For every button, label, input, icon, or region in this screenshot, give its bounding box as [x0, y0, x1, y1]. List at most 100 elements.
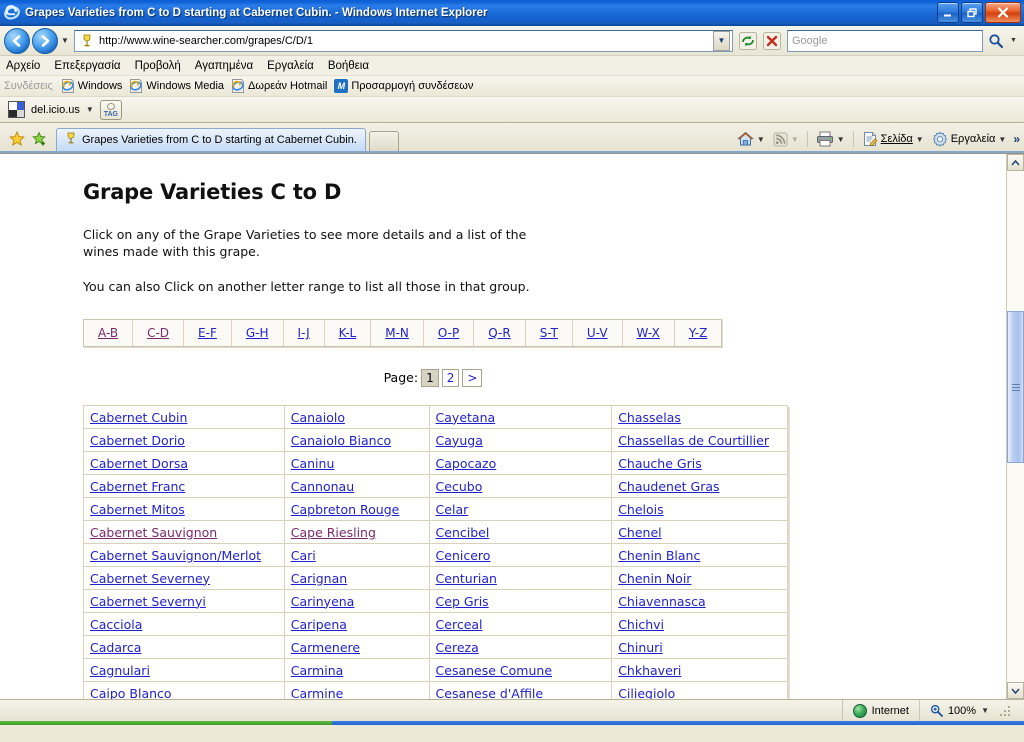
- grape-variety-link[interactable]: Canaiolo: [291, 410, 345, 425]
- grape-variety-link[interactable]: Celar: [436, 502, 469, 517]
- back-button[interactable]: [4, 27, 30, 54]
- zoom-caret-icon[interactable]: ▼: [981, 706, 989, 715]
- print-button[interactable]: ▼: [813, 130, 848, 148]
- nav-history-dropdown[interactable]: ▼: [58, 36, 72, 45]
- delicious-label[interactable]: del.icio.us: [31, 104, 80, 116]
- letter-range-link-u-v[interactable]: U-V: [587, 326, 608, 340]
- grape-variety-link[interactable]: Cabernet Dorsa: [90, 456, 188, 471]
- letter-range-link-m-n[interactable]: M-N: [385, 326, 409, 340]
- grape-variety-link[interactable]: Capocazo: [436, 456, 497, 471]
- grape-variety-link[interactable]: Cereza: [436, 640, 479, 655]
- menu-item-edit[interactable]: Επεξεργασία: [54, 60, 120, 72]
- grape-variety-link[interactable]: Caipo Blanco: [90, 686, 172, 700]
- grape-variety-link[interactable]: Cecubo: [436, 479, 483, 494]
- toolbar-overflow-icon[interactable]: »: [1011, 132, 1020, 146]
- letter-range-link-i-j[interactable]: I-J: [298, 326, 310, 340]
- feeds-button[interactable]: ▼: [770, 131, 802, 148]
- grape-variety-link[interactable]: Cabernet Cubin: [90, 410, 187, 425]
- letter-range-link-y-z[interactable]: Y-Z: [689, 326, 707, 340]
- link-free-hotmail[interactable]: Δωρεάν Hotmail: [229, 79, 329, 93]
- browser-tab-active[interactable]: Grapes Varieties from C to D starting at…: [56, 128, 366, 151]
- grape-variety-link[interactable]: Chasselas: [618, 410, 681, 425]
- grape-variety-link[interactable]: Cape Riesling: [291, 525, 376, 540]
- grape-variety-link[interactable]: Carmenere: [291, 640, 360, 655]
- menu-item-file[interactable]: Αρχείο: [6, 60, 40, 72]
- scrollbar-thumb[interactable]: [1007, 311, 1024, 463]
- grape-variety-link[interactable]: Caninu: [291, 456, 335, 471]
- grape-variety-link[interactable]: Cayetana: [436, 410, 496, 425]
- menu-item-view[interactable]: Προβολή: [135, 60, 181, 72]
- grape-variety-link[interactable]: Cabernet Sauvignon/Merlot: [90, 548, 261, 563]
- delicious-tag-button[interactable]: TAG: [99, 99, 122, 120]
- menu-item-help[interactable]: Βοήθεια: [328, 60, 369, 72]
- new-tab-button[interactable]: [368, 131, 399, 151]
- link-windows[interactable]: Windows: [59, 79, 125, 93]
- grape-variety-link[interactable]: Carignan: [291, 571, 347, 586]
- grape-variety-link[interactable]: Chinuri: [618, 640, 663, 655]
- letter-range-link-w-x[interactable]: W-X: [637, 326, 660, 340]
- grape-variety-link[interactable]: Chichvi: [618, 617, 664, 632]
- grape-variety-link[interactable]: Cerceal: [436, 617, 483, 632]
- grape-variety-link[interactable]: Chkhaveri: [618, 663, 681, 678]
- letter-range-link-e-f[interactable]: E-F: [198, 326, 217, 340]
- grape-variety-link[interactable]: Cabernet Franc: [90, 479, 185, 494]
- grape-variety-link[interactable]: Chelois: [618, 502, 663, 517]
- vertical-scrollbar[interactable]: [1006, 154, 1024, 699]
- grape-variety-link[interactable]: Chauche Gris: [618, 456, 702, 471]
- pagination-page-1[interactable]: 1: [421, 369, 439, 387]
- scrollbar-track[interactable]: [1007, 171, 1024, 682]
- grape-variety-link[interactable]: Caripena: [291, 617, 347, 632]
- pagination-page->[interactable]: >: [462, 369, 483, 387]
- grape-variety-link[interactable]: Cannonau: [291, 479, 354, 494]
- home-caret-icon[interactable]: ▼: [757, 135, 765, 144]
- grape-variety-link[interactable]: Cari: [291, 548, 316, 563]
- grape-variety-link[interactable]: Carmina: [291, 663, 344, 678]
- grape-variety-link[interactable]: Chiavennasca: [618, 594, 705, 609]
- menu-item-tools[interactable]: Εργαλεία: [267, 60, 314, 72]
- letter-range-link-o-p[interactable]: O-P: [438, 326, 459, 340]
- resize-grip[interactable]: [998, 703, 1012, 718]
- delicious-caret-icon[interactable]: ▼: [86, 105, 94, 114]
- tools-caret-icon[interactable]: ▼: [998, 135, 1006, 144]
- grape-variety-link[interactable]: Cencibel: [436, 525, 490, 540]
- scroll-down-button[interactable]: [1007, 682, 1024, 699]
- page-caret-icon[interactable]: ▼: [916, 135, 924, 144]
- letter-range-link-q-r[interactable]: Q-R: [488, 326, 510, 340]
- grape-variety-link[interactable]: Cesanese Comune: [436, 663, 552, 678]
- print-caret-icon[interactable]: ▼: [837, 135, 845, 144]
- grape-variety-link[interactable]: Cayuga: [436, 433, 483, 448]
- grape-variety-link[interactable]: Canaiolo Bianco: [291, 433, 391, 448]
- letter-range-link-g-h[interactable]: G-H: [246, 326, 269, 340]
- letter-range-link-c-d[interactable]: C-D: [147, 326, 169, 340]
- scroll-up-button[interactable]: [1007, 154, 1024, 171]
- address-dropdown-arrow[interactable]: ▼: [713, 30, 730, 51]
- close-button[interactable]: [985, 2, 1021, 23]
- security-zone[interactable]: Internet: [841, 700, 919, 721]
- grape-variety-link[interactable]: Cabernet Sauvignon: [90, 525, 217, 540]
- grape-variety-link[interactable]: Chaudenet Gras: [618, 479, 719, 494]
- pagination-link->[interactable]: >: [467, 371, 477, 385]
- link-customize-links[interactable]: M Προσαρμογή συνδέσεων: [332, 79, 475, 93]
- grape-variety-link[interactable]: Capbreton Rouge: [291, 502, 400, 517]
- refresh-button[interactable]: [737, 30, 759, 52]
- search-icon[interactable]: [985, 30, 1007, 52]
- search-dropdown-caret[interactable]: ▼: [1007, 37, 1020, 44]
- grape-variety-link[interactable]: Chassellas de Courtillier: [618, 433, 769, 448]
- restore-button[interactable]: [961, 2, 983, 23]
- tools-menu-button[interactable]: Εργαλεία ▼: [929, 130, 1010, 148]
- grape-variety-link[interactable]: Cagnulari: [90, 663, 150, 678]
- grape-variety-link[interactable]: Carmine: [291, 686, 344, 700]
- menu-item-favorites[interactable]: Αγαπημένα: [195, 60, 253, 72]
- grape-variety-link[interactable]: Cabernet Severney: [90, 571, 210, 586]
- address-input[interactable]: http://www.wine-searcher.com/grapes/C/D/…: [74, 29, 733, 52]
- grape-variety-link[interactable]: Chenin Noir: [618, 571, 691, 586]
- grape-variety-link[interactable]: Cacciola: [90, 617, 142, 632]
- pagination-link-2[interactable]: 2: [447, 371, 455, 385]
- home-button[interactable]: ▼: [734, 130, 768, 148]
- letter-range-link-s-t[interactable]: S-T: [540, 326, 558, 340]
- grape-variety-link[interactable]: Carinyena: [291, 594, 355, 609]
- page-menu-button[interactable]: Σελίδα ▼: [859, 130, 927, 148]
- pagination-page-2[interactable]: 2: [441, 369, 460, 387]
- grape-variety-link[interactable]: Cabernet Mitos: [90, 502, 185, 517]
- grape-variety-link[interactable]: Cadarca: [90, 640, 141, 655]
